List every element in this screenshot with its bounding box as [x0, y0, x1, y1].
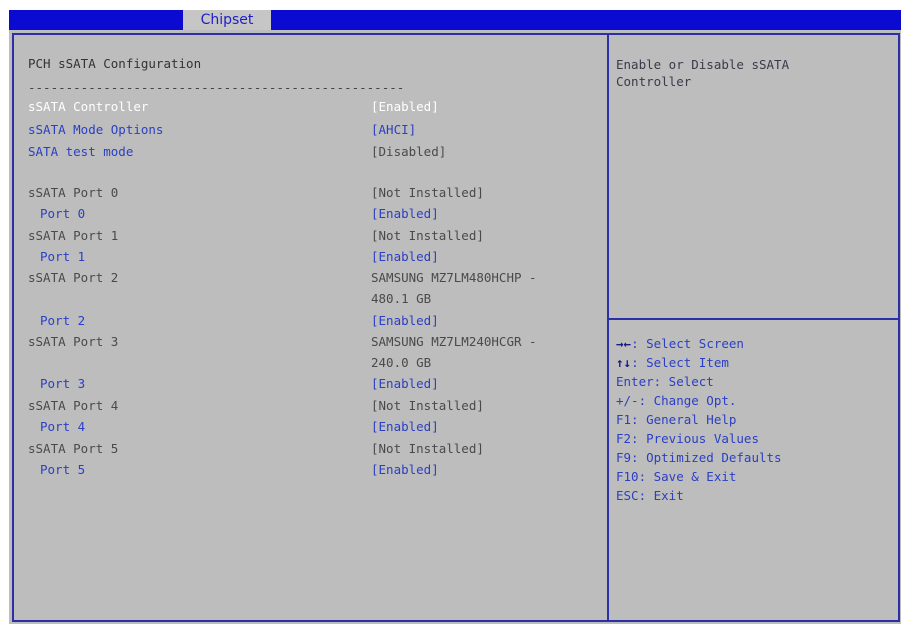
- key-select-screen: →←: Select Screen: [616, 336, 744, 351]
- setting-ssata-controller-value[interactable]: [Enabled]: [371, 99, 439, 114]
- port-5-label: sSATA Port 5: [28, 441, 119, 456]
- port-1-status: [Not Installed]: [371, 228, 484, 243]
- key-general-help: F1: General Help: [616, 412, 737, 427]
- key-enter: Enter: Select: [616, 374, 714, 389]
- key-optimized-defaults: F9: Optimized Defaults: [616, 450, 782, 465]
- vertical-divider: [607, 33, 609, 622]
- port-2-capacity: 480.1 GB: [371, 291, 432, 306]
- port-2-label: sSATA Port 2: [28, 270, 119, 285]
- port-0-enable-value[interactable]: [Enabled]: [371, 206, 439, 221]
- page-title: PCH sSATA Configuration: [28, 56, 202, 71]
- port-2-enable-label[interactable]: Port 2: [28, 313, 85, 328]
- help-text: Enable or Disable sSATA Controller: [616, 56, 896, 90]
- port-5-enable-value[interactable]: [Enabled]: [371, 462, 439, 477]
- left-marker: [0, 318, 9, 324]
- port-3-capacity: 240.0 GB: [371, 355, 432, 370]
- port-3-label: sSATA Port 3: [28, 334, 119, 349]
- port-5-enable-label[interactable]: Port 5: [28, 462, 85, 477]
- separator-line: ----------------------------------------…: [28, 80, 405, 95]
- port-5-status: [Not Installed]: [371, 441, 484, 456]
- key-legend: →←: Select Screen ↑↓: Select Item Enter:…: [616, 334, 896, 505]
- port-4-enable-label[interactable]: Port 4: [28, 419, 85, 434]
- left-right-arrows-icon: →←: [616, 336, 632, 351]
- port-1-enable-value[interactable]: [Enabled]: [371, 249, 439, 264]
- key-save-exit: F10: Save & Exit: [616, 469, 737, 484]
- tab-chipset[interactable]: Chipset: [183, 10, 271, 30]
- setting-sata-test-mode-value[interactable]: [Disabled]: [371, 144, 446, 159]
- port-0-label: sSATA Port 0: [28, 185, 119, 200]
- setting-ssata-mode-label[interactable]: sSATA Mode Options: [28, 122, 163, 137]
- port-2-enable-value[interactable]: [Enabled]: [371, 313, 439, 328]
- setting-sata-test-mode-label[interactable]: SATA test mode: [28, 144, 133, 159]
- port-4-label: sSATA Port 4: [28, 398, 119, 413]
- port-3-enable-value[interactable]: [Enabled]: [371, 376, 439, 391]
- top-bar: Chipset: [9, 10, 901, 30]
- port-0-enable-label[interactable]: Port 0: [28, 206, 85, 221]
- bios-panel: PCH sSATA Configuration ----------------…: [9, 30, 901, 624]
- help-line-2: Controller: [616, 74, 692, 89]
- key-exit: ESC: Exit: [616, 488, 684, 503]
- port-0-status: [Not Installed]: [371, 185, 484, 200]
- setting-ssata-mode-value[interactable]: [AHCI]: [371, 122, 416, 137]
- port-3-device: SAMSUNG MZ7LM240HCGR -: [371, 334, 537, 349]
- up-down-arrows-icon: ↑↓: [616, 355, 632, 370]
- port-4-status: [Not Installed]: [371, 398, 484, 413]
- setting-ssata-controller-label[interactable]: sSATA Controller: [28, 99, 148, 114]
- port-2-device: SAMSUNG MZ7LM480HCHP -: [371, 270, 537, 285]
- port-1-enable-label[interactable]: Port 1: [28, 249, 85, 264]
- port-4-enable-value[interactable]: [Enabled]: [371, 419, 439, 434]
- port-3-enable-label[interactable]: Port 3: [28, 376, 85, 391]
- horizontal-divider: [609, 318, 900, 320]
- help-line-1: Enable or Disable sSATA: [616, 57, 790, 72]
- port-1-label: sSATA Port 1: [28, 228, 119, 243]
- key-select-item: ↑↓: Select Item: [616, 355, 729, 370]
- key-change-opt: +/-: Change Opt.: [616, 393, 737, 408]
- key-previous-values: F2: Previous Values: [616, 431, 759, 446]
